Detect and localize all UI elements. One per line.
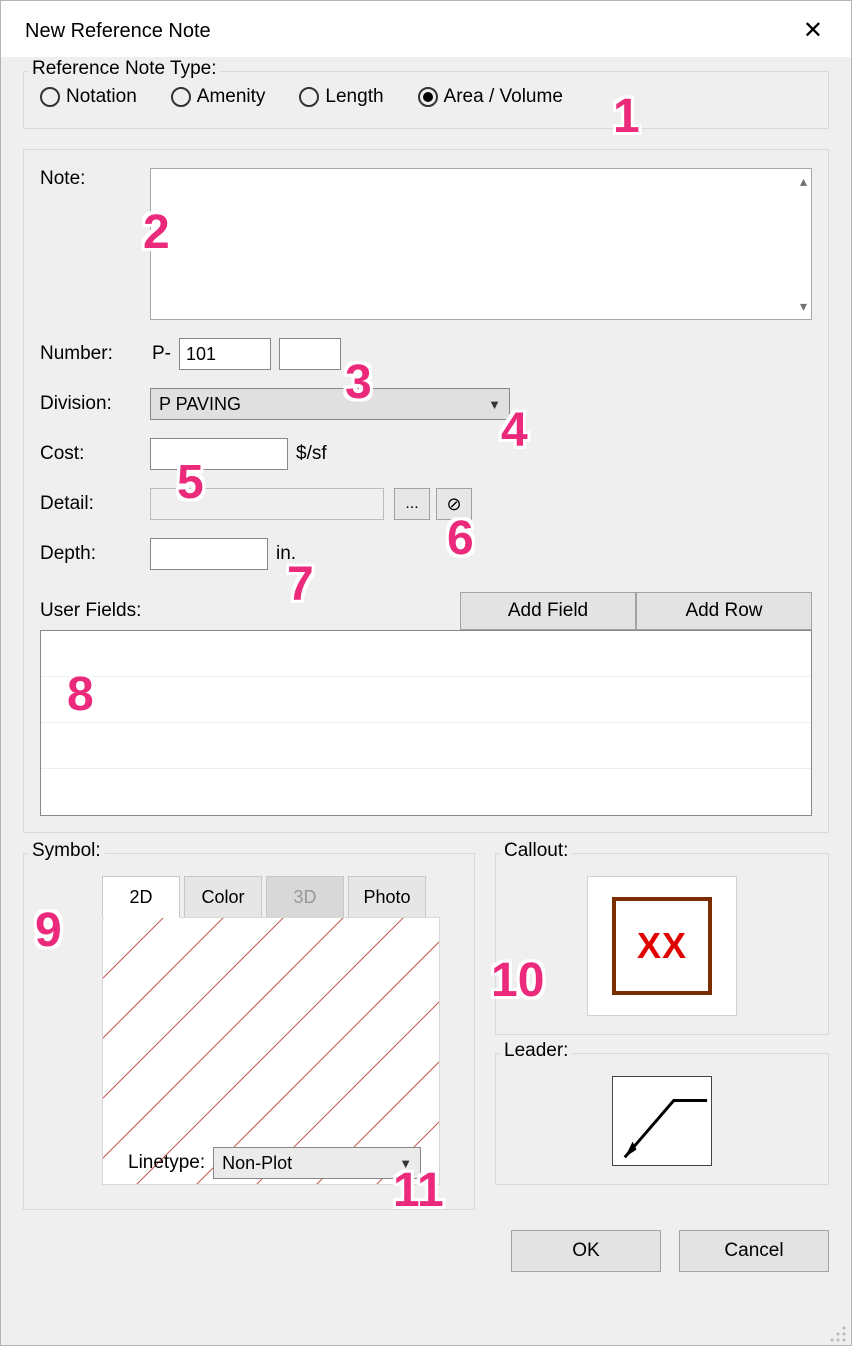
right-column: Callout: XX Leader: — [495, 853, 829, 1210]
division-value: P PAVING — [159, 394, 241, 415]
linetype-value: Non-Plot — [222, 1153, 292, 1174]
resize-grip-icon[interactable] — [829, 1325, 847, 1343]
detail-browse-button[interactable]: ... — [394, 488, 430, 520]
detail-label: Detail: — [40, 493, 150, 515]
depth-unit: in. — [268, 543, 304, 565]
division-row: Division: P PAVING ▼ — [40, 388, 812, 420]
chevron-down-icon: ▼ — [399, 1156, 412, 1171]
radio-dot-icon — [299, 87, 319, 107]
hatch-pattern-icon — [103, 918, 440, 1185]
linetype-select[interactable]: Non-Plot ▼ — [213, 1147, 421, 1179]
division-select[interactable]: P PAVING ▼ — [150, 388, 510, 420]
add-field-button[interactable]: Add Field — [460, 592, 636, 630]
note-textarea[interactable]: ▴ ▾ — [150, 168, 812, 320]
radio-amenity-label: Amenity — [197, 86, 266, 108]
footer-buttons: OK Cancel — [23, 1230, 829, 1272]
scroll-down-icon[interactable]: ▾ — [800, 298, 807, 315]
form-groupbox: Note: ▴ ▾ Number: P- Division: P PAVING … — [23, 149, 829, 833]
detail-row: Detail: ... ⊘ — [40, 488, 812, 520]
tab-2d[interactable]: 2D — [102, 876, 180, 918]
leader-line-icon — [613, 1077, 711, 1165]
linetype-label: Linetype: — [128, 1152, 205, 1174]
note-label: Note: — [40, 168, 150, 190]
tab-3d: 3D — [266, 876, 344, 918]
grid-row — [41, 723, 811, 769]
cost-input[interactable] — [150, 438, 288, 470]
number-label: Number: — [40, 343, 150, 365]
tab-2d-label: 2D — [129, 887, 152, 908]
radio-dot-icon — [40, 87, 60, 107]
leader-groupbox: Leader: — [495, 1053, 829, 1185]
chevron-down-icon: ▼ — [488, 397, 501, 412]
tab-photo[interactable]: Photo — [348, 876, 426, 918]
radio-amenity[interactable]: Amenity — [171, 86, 266, 108]
bottom-row: Symbol: 2D Color 3D Photo — [23, 853, 829, 1210]
depth-label: Depth: — [40, 543, 150, 565]
callout-label: Callout: — [500, 840, 572, 862]
symbol-preview[interactable] — [102, 917, 440, 1185]
symbol-groupbox: Symbol: 2D Color 3D Photo — [23, 853, 475, 1210]
radio-length[interactable]: Length — [299, 86, 383, 108]
number-row: Number: P- — [40, 338, 812, 370]
number-prefix: P- — [150, 343, 179, 365]
number-suffix-input[interactable] — [279, 338, 341, 370]
add-row-label: Add Row — [685, 600, 762, 622]
tab-color-label: Color — [201, 887, 244, 908]
scroll-up-icon[interactable]: ▴ — [800, 173, 807, 190]
callout-symbol-icon: XX — [612, 897, 712, 995]
ok-label: OK — [572, 1240, 599, 1262]
depth-row: Depth: in. — [40, 538, 812, 570]
leader-label: Leader: — [500, 1040, 572, 1062]
user-fields-grid[interactable] — [40, 630, 812, 816]
add-row-button[interactable]: Add Row — [636, 592, 812, 630]
radio-notation-label: Notation — [66, 86, 137, 108]
grid-row — [41, 769, 811, 815]
tab-photo-label: Photo — [363, 887, 410, 908]
ellipsis-icon: ... — [405, 495, 418, 513]
division-label: Division: — [40, 393, 150, 415]
note-row: Note: ▴ ▾ — [40, 168, 812, 320]
user-fields-header: User Fields: Add Field Add Row — [40, 592, 812, 630]
tab-color[interactable]: Color — [184, 876, 262, 918]
radio-dot-icon — [171, 87, 191, 107]
depth-input[interactable] — [150, 538, 268, 570]
window-title: New Reference Note — [25, 20, 211, 43]
cancel-label: Cancel — [724, 1240, 783, 1262]
detail-clear-button[interactable]: ⊘ — [436, 488, 472, 520]
leader-preview[interactable] — [612, 1076, 712, 1166]
linetype-row: Linetype: Non-Plot ▼ — [128, 1147, 421, 1179]
cost-label: Cost: — [40, 443, 150, 465]
detail-display — [150, 488, 384, 520]
cancel-button[interactable]: Cancel — [679, 1230, 829, 1272]
dialog-client: Reference Note Type: Notation Amenity Le… — [1, 57, 851, 1345]
grid-row — [41, 677, 811, 723]
no-icon: ⊘ — [446, 494, 461, 515]
callout-text: XX — [637, 925, 687, 967]
callout-preview[interactable]: XX — [587, 876, 737, 1016]
tab-3d-label: 3D — [293, 887, 316, 908]
callout-groupbox: Callout: XX — [495, 853, 829, 1035]
type-radio-row: Notation Amenity Length Area / Volume — [40, 86, 812, 108]
add-field-label: Add Field — [508, 600, 588, 622]
symbol-label: Symbol: — [28, 840, 105, 862]
ok-button[interactable]: OK — [511, 1230, 661, 1272]
radio-notation[interactable]: Notation — [40, 86, 137, 108]
radio-dot-icon — [418, 87, 438, 107]
type-groupbox: Reference Note Type: Notation Amenity Le… — [23, 71, 829, 129]
cost-unit: $/sf — [288, 443, 335, 465]
radio-area-volume-label: Area / Volume — [444, 86, 563, 108]
radio-length-label: Length — [325, 86, 383, 108]
cost-row: Cost: $/sf — [40, 438, 812, 470]
titlebar: New Reference Note ✕ — [1, 1, 851, 61]
radio-area-volume[interactable]: Area / Volume — [418, 86, 563, 108]
symbol-tabs: 2D Color 3D Photo — [102, 876, 460, 918]
number-input[interactable] — [179, 338, 271, 370]
close-button[interactable]: ✕ — [793, 15, 833, 47]
type-section-label: Reference Note Type: — [28, 58, 220, 80]
grid-row — [41, 631, 811, 677]
user-fields-label: User Fields: — [40, 600, 141, 622]
